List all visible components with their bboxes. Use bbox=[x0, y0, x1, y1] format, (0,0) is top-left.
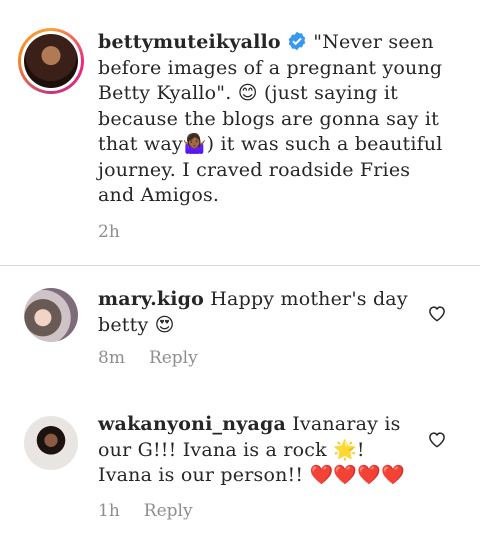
caption-text: bettymuteikyallo "Never seen before imag… bbox=[98, 30, 443, 209]
caption-time[interactable]: 2h bbox=[98, 222, 120, 242]
comment-meta: 1h Reply bbox=[98, 501, 217, 521]
avatar[interactable] bbox=[24, 416, 78, 470]
comment-time[interactable]: 1h bbox=[98, 501, 120, 521]
caption-meta: 2h bbox=[98, 222, 144, 242]
heart-eyes-emoji: 😍 bbox=[154, 313, 175, 336]
comment-text: wakanyoni_nyaga Ivanaray is our G!!! Iva… bbox=[98, 412, 418, 489]
comment-time[interactable]: 8m bbox=[98, 348, 125, 368]
comment-text: mary.kigo Happy mother's day betty 😍 bbox=[98, 287, 418, 338]
smile-emoji: 😊 bbox=[237, 82, 258, 104]
like-heart-icon[interactable] bbox=[428, 305, 446, 322]
comment-meta: 8m Reply bbox=[98, 348, 222, 368]
red-hearts-emoji: ❤️❤️❤️❤️ bbox=[309, 464, 405, 486]
caption-username[interactable]: bettymuteikyallo bbox=[98, 31, 281, 53]
post-caption: bettymuteikyallo "Never seen before imag… bbox=[0, 0, 480, 265]
divider bbox=[0, 265, 480, 266]
verified-badge-icon bbox=[288, 31, 306, 51]
avatar[interactable] bbox=[24, 288, 78, 342]
like-heart-icon[interactable] bbox=[428, 431, 446, 448]
star-emoji: 🌟 bbox=[333, 438, 357, 461]
avatar bbox=[24, 34, 78, 88]
shrug-emoji: 🤷🏾‍♀️ bbox=[182, 133, 207, 155]
reply-button[interactable]: Reply bbox=[144, 501, 193, 521]
comment-username[interactable]: wakanyoni_nyaga bbox=[98, 413, 286, 435]
comment-username[interactable]: mary.kigo bbox=[98, 288, 204, 310]
reply-button[interactable]: Reply bbox=[149, 348, 198, 368]
avatar-story-ring[interactable] bbox=[18, 28, 84, 94]
